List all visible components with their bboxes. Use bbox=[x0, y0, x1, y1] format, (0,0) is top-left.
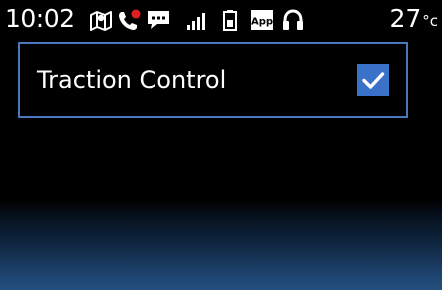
missed-call-icon bbox=[119, 9, 141, 30]
clock: 10:02 bbox=[5, 4, 75, 33]
headset-icon bbox=[283, 9, 303, 30]
temperature-display: 27°c bbox=[389, 3, 438, 37]
traction-control-checkbox[interactable] bbox=[357, 64, 389, 96]
traction-control-label: Traction Control bbox=[37, 66, 227, 94]
map-icon bbox=[90, 11, 112, 31]
signal-icon bbox=[187, 13, 205, 30]
temperature-value: 27 bbox=[389, 4, 422, 33]
temperature-unit: °c bbox=[422, 12, 438, 30]
degree-icon: ° bbox=[422, 12, 430, 30]
status-bar: 10:02 App 27°c bbox=[0, 0, 442, 40]
temperature-unit-label: c bbox=[429, 12, 438, 30]
screen: 10:02 App 27°c Traction Control bbox=[0, 0, 442, 290]
traction-control-row[interactable]: Traction Control bbox=[18, 42, 408, 118]
app-icon-label: App bbox=[251, 17, 273, 28]
battery-icon bbox=[223, 10, 237, 31]
app-icon: App bbox=[251, 10, 273, 30]
checkmark-icon bbox=[362, 72, 385, 89]
message-icon bbox=[148, 11, 169, 29]
